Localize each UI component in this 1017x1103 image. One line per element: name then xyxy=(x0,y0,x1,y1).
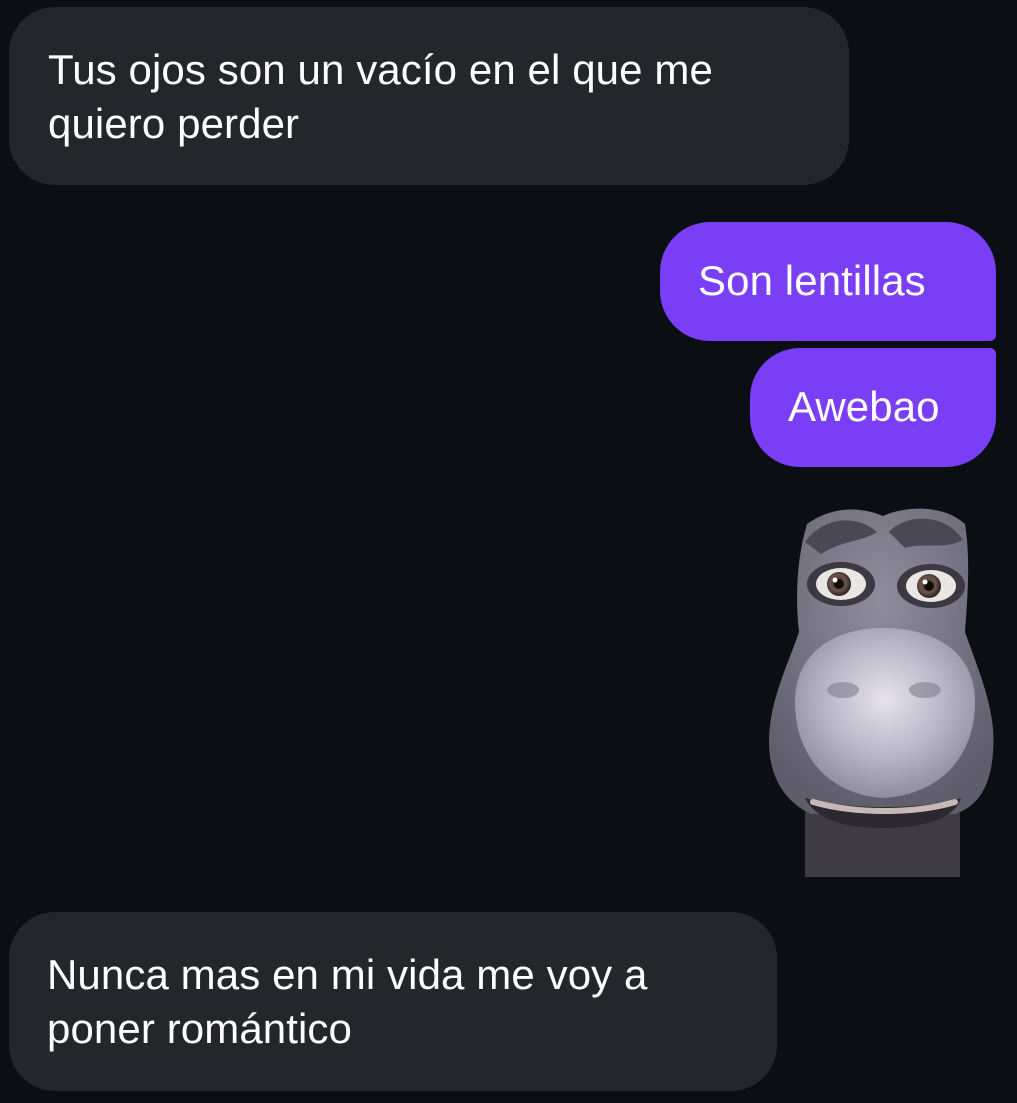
message-text: Awebao xyxy=(788,383,940,430)
donkey-face-sticker-image xyxy=(769,508,994,877)
message-text: Nunca mas en mi vida me voy a poner romá… xyxy=(47,951,648,1052)
donkey-face-sticker[interactable] xyxy=(765,502,997,877)
incoming-message-bubble[interactable]: Tus ojos son un vacío en el que me quier… xyxy=(9,7,849,185)
incoming-message-bubble[interactable]: Nunca mas en mi vida me voy a poner romá… xyxy=(9,912,777,1091)
message-text: Son lentillas xyxy=(698,257,926,304)
message-text: Tus ojos son un vacío en el que me quier… xyxy=(48,46,713,147)
outgoing-message-bubble[interactable]: Son lentillas xyxy=(660,222,996,341)
outgoing-message-bubble[interactable]: Awebao xyxy=(750,348,996,467)
